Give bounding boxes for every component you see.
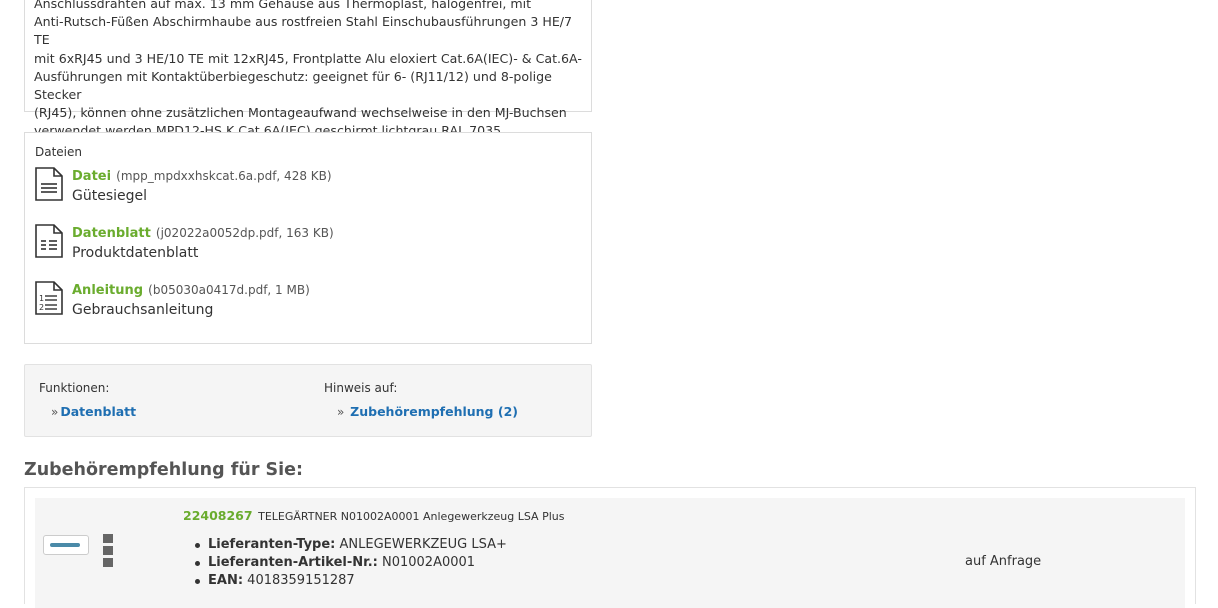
description-line: Anti-Rutsch-Füßen Abschirmhaube aus rost… [34, 14, 573, 48]
product-description-box: Anschlussdrähten auf max. 13 mm Gehäuse … [24, 0, 592, 138]
file-item: Datei (mpp_mpdxxhskcat.6a.pdf, 428 KB) G… [35, 165, 581, 222]
double-chevron-right-icon: » [337, 405, 345, 419]
file-item: Datenblatt (j02022a0052dp.pdf, 163 KB) P… [35, 222, 581, 279]
description-line: Ausführungen mit Kontaktüberbiegeschutz:… [34, 68, 552, 103]
svg-text:2: 2 [39, 303, 44, 312]
datasheet-link[interactable]: Datenblatt [60, 404, 136, 419]
files-box: Dateien Datei (mpp_mpdxxhskcat.6a.pdf, 4… [24, 132, 592, 344]
files-title: Dateien [35, 145, 83, 159]
file-description: Gütesiegel [72, 188, 148, 204]
file-meta: (j02022a0052dp.pdf, 163 KB) [155, 226, 334, 240]
file-meta: (b05030a0417d.pdf, 1 MB) [148, 283, 310, 297]
accessory-properties: Lieferanten-Type: ANLEGEWERKZEUG LSA+ Li… [195, 536, 507, 590]
functions-label: Funktionen: [39, 381, 110, 395]
variant-squares-icon [103, 534, 113, 570]
hint-column: Hinweis auf: » Zubehörempfehlung (2) [324, 381, 518, 419]
tool-image [50, 543, 80, 547]
property-value: 4018359151287 [247, 573, 355, 588]
product-description: Anschlussdrähten auf max. 13 mm Gehäuse … [34, 0, 582, 141]
file-link-datei[interactable]: Datei [72, 169, 111, 184]
functions-box: Funktionen: » Datenblatt Hinweis auf: » Z… [24, 364, 592, 437]
datasheet-icon[interactable] [35, 224, 63, 258]
description-line: Anschlussdrähten auf max. 13 mm Gehäuse … [34, 0, 532, 11]
accessory-number-link[interactable]: 22408267 [183, 508, 253, 523]
file-description: Produktdatenblatt [72, 245, 199, 261]
property-item: Lieferanten-Artikel-Nr.: N01002A0001 [195, 554, 507, 572]
property-value: ANLEGEWERKZEUG LSA+ [339, 537, 507, 552]
file-description: Gebrauchsanleitung [72, 302, 214, 318]
product-thumbnail[interactable] [43, 535, 89, 555]
document-lines-icon[interactable] [35, 167, 63, 201]
file-link-anleitung[interactable]: Anleitung [72, 283, 143, 298]
accessory-name: TELEGÄRTNER N01002A0001 Anlegewerkzeug L… [258, 510, 565, 523]
property-item: Lieferanten-Type: ANLEGEWERKZEUG LSA+ [195, 536, 507, 554]
functions-column: Funktionen: » Datenblatt [39, 381, 136, 419]
accessory-title: 22408267 TELEGÄRTNER N01002A0001 Anlegew… [183, 508, 564, 523]
availability-status: auf Anfrage [965, 554, 1042, 569]
file-meta: (mpp_mpdxxhskcat.6a.pdf, 428 KB) [116, 169, 332, 183]
double-chevron-right-icon: » [51, 405, 59, 419]
accessory-row: 22408267 TELEGÄRTNER N01002A0001 Anlegew… [35, 498, 1185, 608]
property-key: Lieferanten-Type: [208, 537, 336, 552]
property-item: EAN: 4018359151287 [195, 572, 507, 590]
property-key: Lieferanten-Artikel-Nr.: [208, 555, 378, 570]
property-key: EAN: [208, 573, 244, 588]
svg-text:1: 1 [39, 294, 44, 303]
accessories-panel: 22408267 TELEGÄRTNER N01002A0001 Anlegew… [24, 487, 1196, 608]
hint-label: Hinweis auf: [324, 381, 398, 395]
property-value: N01002A0001 [381, 555, 476, 570]
file-link-datenblatt[interactable]: Datenblatt [72, 226, 151, 241]
numbered-list-icon[interactable]: 1 2 [35, 281, 63, 315]
file-item: 1 2 Anleitung (b05030a0417d.pdf, 1 MB) G… [35, 279, 581, 336]
accessories-heading: Zubehörempfehlung für Sie: [24, 460, 304, 480]
description-line: mit 6xRJ45 und 3 HE/10 TE mit 12xRJ45, F… [34, 50, 582, 66]
accessory-recommendation-link[interactable]: Zubehörempfehlung (2) [350, 404, 518, 419]
description-line: (RJ45), können ohne zusätzlichen Montage… [34, 105, 567, 121]
